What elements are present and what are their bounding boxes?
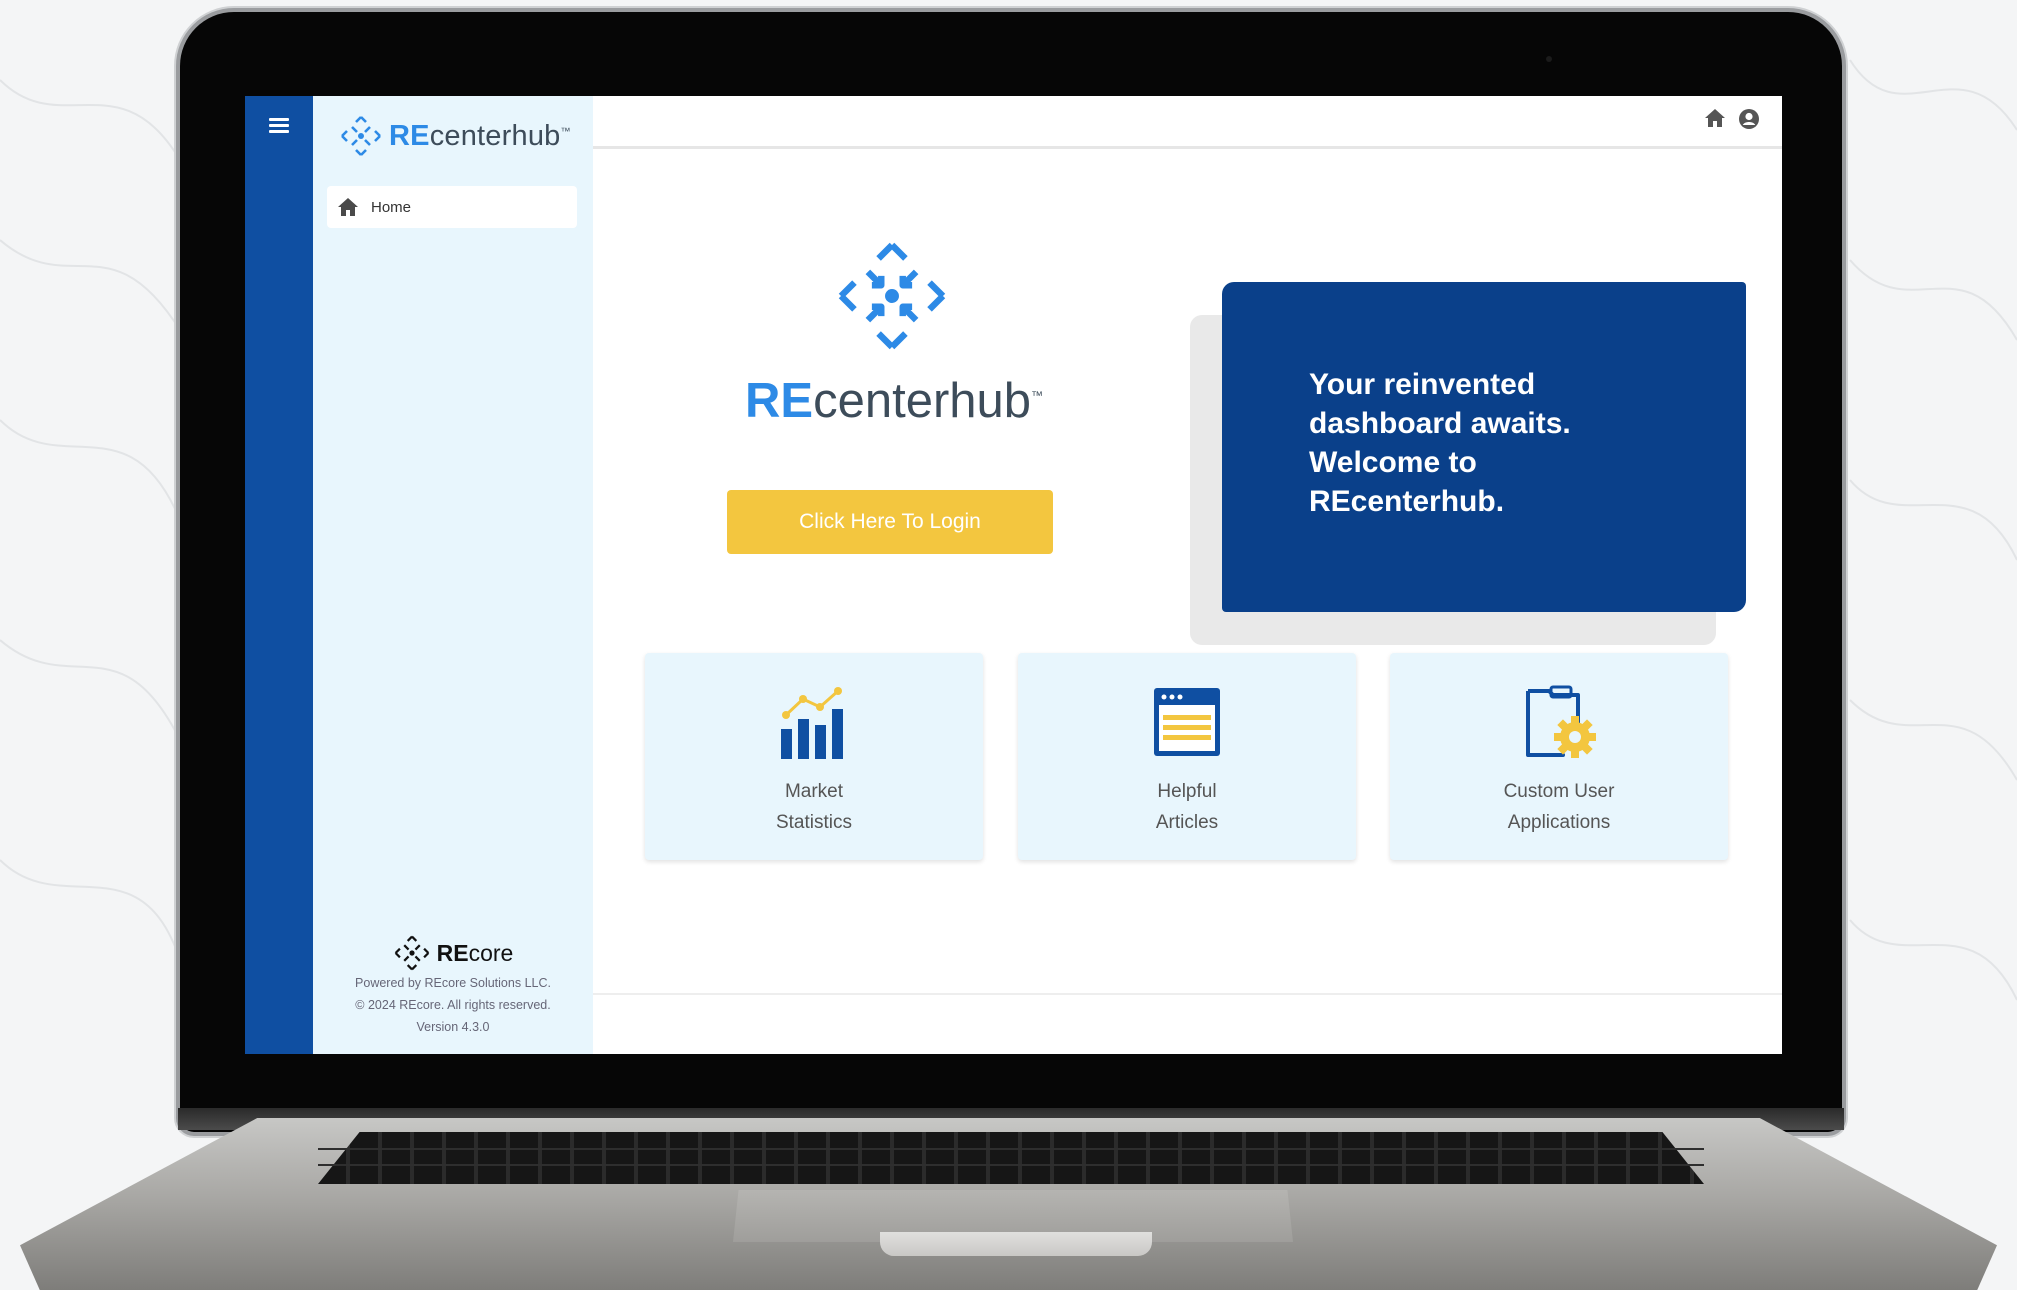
user-circle-icon[interactable] bbox=[1738, 108, 1760, 130]
card-market-statistics[interactable]: Market Statistics bbox=[645, 653, 983, 860]
sidebar-footer: REcore Powered by REcore Solutions LLC. … bbox=[313, 934, 593, 1038]
recore-name: REcore bbox=[436, 939, 514, 966]
card-label: Custom User Applications bbox=[1390, 776, 1728, 838]
welcome-panel: Your reinvented dashboard awaits. Welcom… bbox=[1222, 282, 1746, 612]
version-text: Version 4.3.0 bbox=[416, 1020, 490, 1034]
welcome-message: Your reinvented dashboard awaits. Welcom… bbox=[1309, 365, 1649, 521]
keyboard-row-divider bbox=[318, 1148, 1704, 1150]
home-icon bbox=[338, 198, 358, 216]
recore-logo-icon bbox=[394, 935, 429, 971]
card-label-line: Articles bbox=[1155, 812, 1219, 833]
laptop-keyboard bbox=[318, 1132, 1704, 1184]
card-label-line: Helpful bbox=[1157, 781, 1217, 802]
hamburger-icon[interactable] bbox=[269, 118, 289, 134]
sidebar: REcenterhub™ Home REcore Powered by REco… bbox=[313, 96, 593, 1054]
app-screen: REcenterhub™ Home REcore Powered by REco… bbox=[245, 96, 1782, 1054]
home-icon[interactable] bbox=[1704, 108, 1726, 128]
powered-by-text: Powered by REcore Solutions LLC. bbox=[355, 976, 551, 990]
hero-brand-name: REcenterhub™ bbox=[745, 374, 1044, 428]
card-label: Helpful Articles bbox=[1018, 776, 1356, 838]
brand-logo[interactable]: REcenterhub™ bbox=[339, 114, 571, 158]
copyright-text: © 2024 REcore. All rights reserved. bbox=[355, 998, 551, 1012]
top-bar-actions bbox=[1704, 108, 1760, 130]
card-label-line: Statistics bbox=[775, 812, 853, 833]
card-label-line: Applications bbox=[1507, 812, 1611, 833]
card-custom-user-applications[interactable]: Custom User Applications bbox=[1390, 653, 1728, 860]
keyboard-row-divider bbox=[318, 1164, 1704, 1166]
recenterhub-hero-logo-icon bbox=[838, 242, 946, 350]
login-button[interactable]: Click Here To Login bbox=[727, 490, 1053, 554]
card-label: Market Statistics bbox=[645, 776, 983, 838]
card-helpful-articles[interactable]: Helpful Articles bbox=[1018, 653, 1356, 860]
welcome-line: Welcome to bbox=[1309, 446, 1477, 479]
camera bbox=[1546, 56, 1552, 62]
nav-rail bbox=[245, 96, 313, 1054]
sidebar-item-home[interactable]: Home bbox=[327, 186, 577, 228]
welcome-line: dashboard awaits. bbox=[1309, 407, 1571, 440]
recore-logo: REcore bbox=[313, 934, 593, 972]
welcome-line: Your reinvented bbox=[1309, 368, 1536, 401]
card-label-line: Custom User bbox=[1503, 781, 1615, 802]
brand-name: REcenterhub™ bbox=[389, 119, 571, 152]
bar-chart-icon bbox=[781, 687, 843, 759]
main-content: REcenterhub™ Click Here To Login Your re… bbox=[593, 149, 1782, 999]
gear-document-icon bbox=[1526, 685, 1596, 758]
laptop-notch bbox=[880, 1232, 1152, 1256]
article-icon bbox=[1154, 688, 1220, 756]
card-label-line: Market bbox=[784, 781, 844, 802]
content-footer bbox=[593, 993, 1782, 1054]
top-bar bbox=[593, 96, 1782, 149]
recenterhub-logo-icon bbox=[341, 116, 381, 156]
welcome-line: REcenterhub. bbox=[1309, 485, 1505, 518]
sidebar-item-label: Home bbox=[371, 198, 412, 216]
